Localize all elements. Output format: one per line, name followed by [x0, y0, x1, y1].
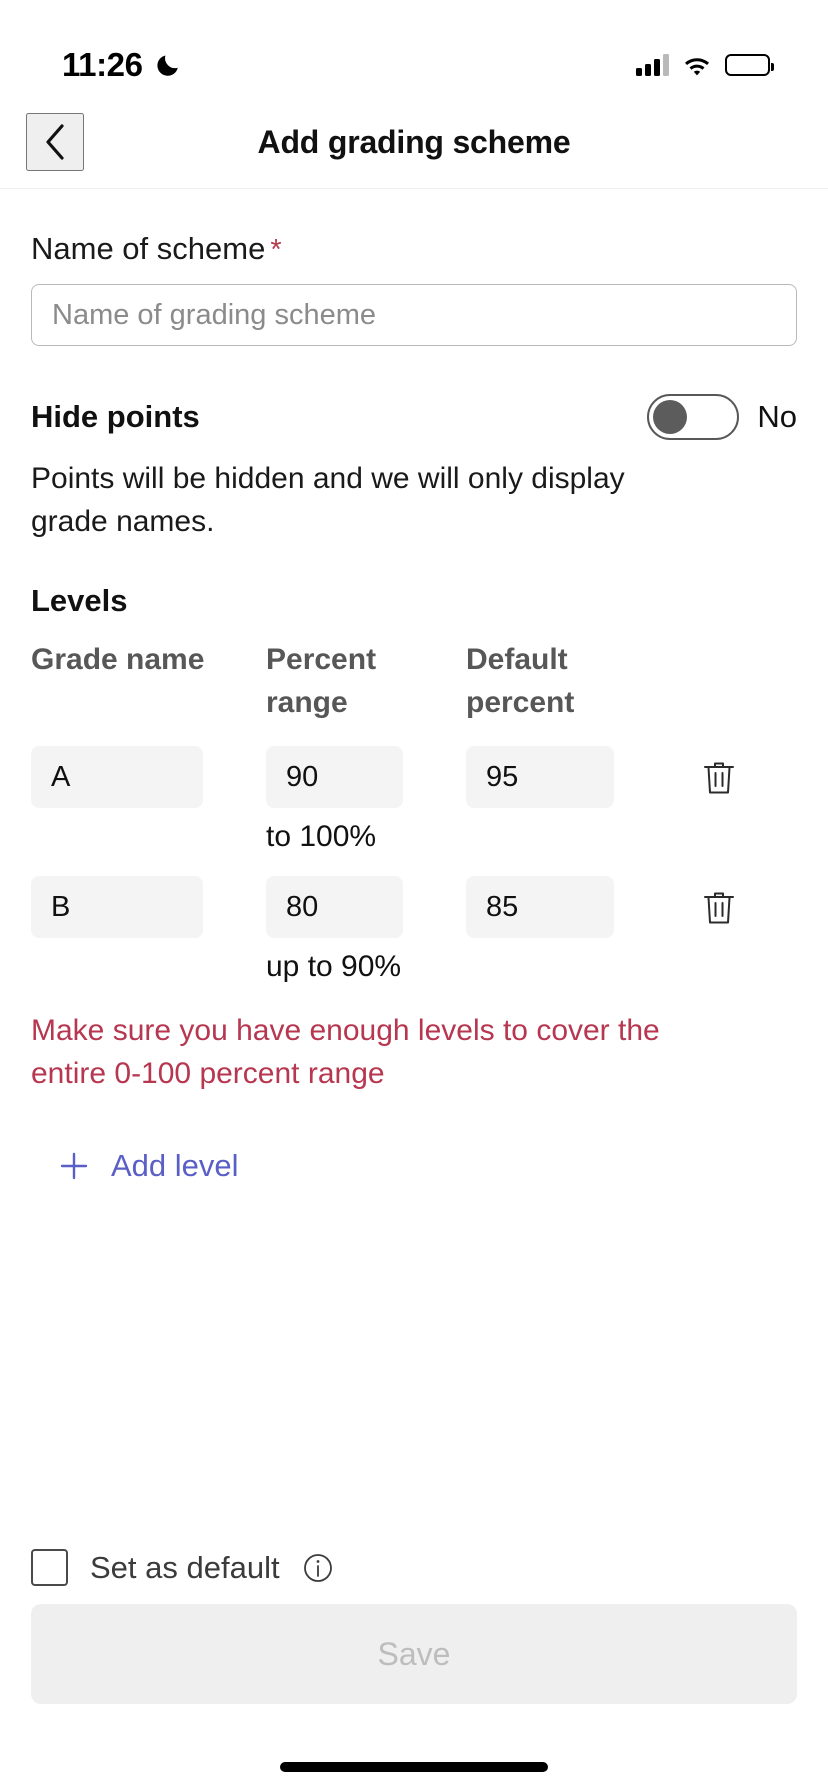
table-row: to 100%: [31, 746, 797, 854]
battery-icon: [725, 54, 774, 76]
level-grade-cell: [31, 876, 266, 939]
column-header-default-percent: Default percent: [466, 643, 575, 719]
add-level-label: Add level: [111, 1147, 239, 1183]
grade-name-input[interactable]: [31, 746, 203, 809]
status-time: 11:26: [62, 46, 143, 83]
column-header-percent-range: Percent range: [266, 643, 377, 719]
table-row: up to 90%: [31, 876, 797, 984]
column-header-actions: [676, 639, 766, 724]
hide-points-control: No: [647, 394, 797, 440]
percent-range-note: up to 90%: [266, 950, 402, 984]
levels-table-header: Grade name Percent range Default percent: [31, 639, 797, 724]
scheme-name-input[interactable]: [31, 284, 797, 346]
set-as-default-label: Set as default: [90, 1549, 280, 1585]
hide-points-row: Hide points No: [31, 394, 797, 440]
percent-from-input[interactable]: [266, 746, 403, 809]
set-as-default-row[interactable]: Set as default: [31, 1549, 797, 1586]
status-bar-left: 11:26: [62, 46, 181, 84]
percent-range-note: to 100%: [266, 820, 377, 854]
required-marker: *: [270, 234, 282, 266]
footer: Set as default Save: [0, 1549, 828, 1792]
moon-icon: [155, 52, 181, 78]
home-indicator: [280, 1762, 548, 1772]
hide-points-help-text: Points will be hidden and we will only d…: [31, 462, 625, 538]
status-bar: 11:26: [0, 0, 828, 96]
default-percent-input[interactable]: [466, 876, 614, 939]
back-button[interactable]: [26, 113, 84, 171]
wifi-icon: [682, 54, 712, 76]
delete-level-button[interactable]: [688, 876, 750, 938]
toggle-knob: [653, 400, 688, 434]
level-range-cell: up to 90%: [266, 876, 466, 984]
status-bar-right: [636, 54, 774, 76]
trash-icon: [702, 888, 736, 926]
form-content: Name of scheme * Hide points No Points w…: [0, 231, 828, 1186]
navigation-bar: Add grading scheme: [0, 96, 828, 188]
chevron-left-icon: [45, 124, 65, 160]
name-of-scheme-label-text: Name of scheme: [31, 231, 266, 266]
level-range-cell: to 100%: [266, 746, 466, 854]
trash-icon: [702, 758, 736, 796]
hide-points-value: No: [757, 399, 797, 434]
delete-level-button[interactable]: [688, 746, 750, 808]
grade-name-input[interactable]: [31, 876, 203, 939]
page-title: Add grading scheme: [257, 123, 571, 160]
hide-points-toggle[interactable]: [647, 394, 740, 440]
hide-points-label: Hide points: [31, 399, 200, 434]
add-level-button[interactable]: Add level: [59, 1148, 239, 1184]
column-header-grade-name: Grade name: [31, 643, 205, 677]
levels-section-title: Levels: [31, 583, 128, 619]
percent-from-input[interactable]: [266, 876, 403, 939]
default-percent-input[interactable]: [466, 746, 614, 809]
save-button[interactable]: Save: [31, 1604, 797, 1704]
cellular-bars-icon: [636, 54, 669, 76]
name-of-scheme-label: Name of scheme *: [31, 231, 797, 267]
level-default-percent-cell: [466, 876, 676, 939]
info-circle-icon[interactable]: [302, 1552, 334, 1584]
nav-divider: [0, 188, 828, 189]
plus-icon: [59, 1151, 89, 1181]
set-as-default-checkbox[interactable]: [31, 1549, 68, 1586]
level-grade-cell: [31, 746, 266, 809]
level-default-percent-cell: [466, 746, 676, 809]
levels-error-message: Make sure you have enough levels to cove…: [31, 1014, 660, 1090]
